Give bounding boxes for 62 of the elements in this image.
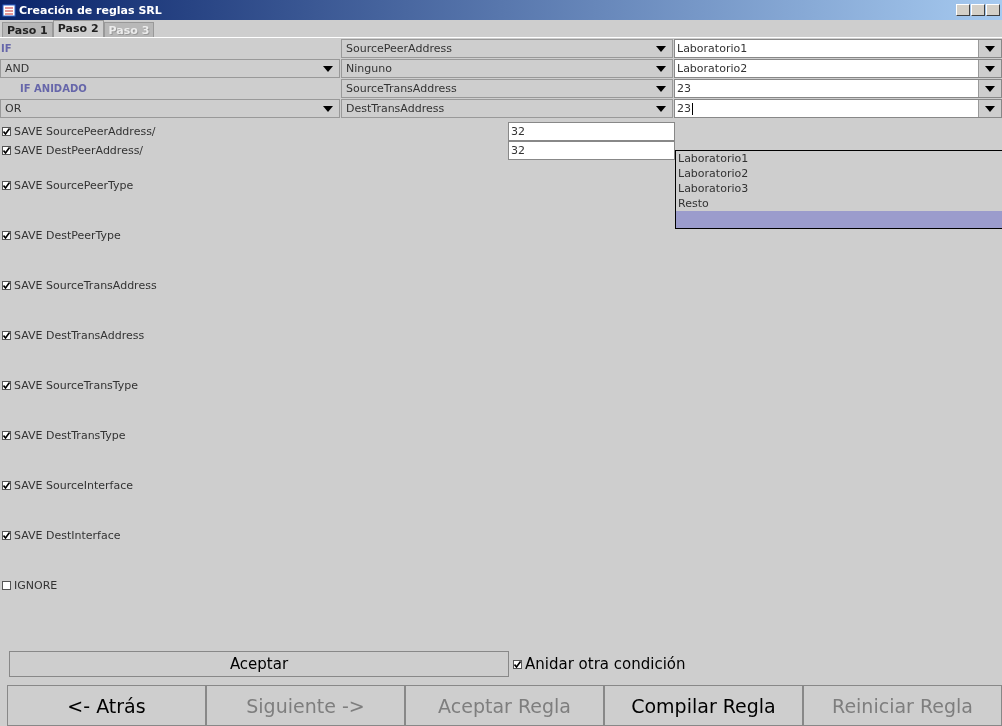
checkbox[interactable] bbox=[2, 280, 11, 290]
operator-dropdown[interactable]: AND bbox=[0, 59, 340, 78]
dropdown-arrow-icon bbox=[656, 65, 666, 72]
nav-button[interactable]: Compilar Regla bbox=[604, 685, 803, 726]
checkbox-label: SAVE SourceTransAddress bbox=[14, 278, 157, 292]
field-dropdown[interactable]: SourceTransAddress bbox=[341, 79, 673, 98]
checkbox[interactable] bbox=[2, 480, 11, 490]
checkbox[interactable] bbox=[2, 530, 11, 540]
checkbox-label: SAVE DestTransType bbox=[14, 428, 126, 442]
checkbox-label: SAVE SourceInterface bbox=[14, 478, 133, 492]
checkbox-label: SAVE DestPeerType bbox=[14, 228, 121, 242]
tab[interactable]: Paso 2 bbox=[52, 20, 104, 37]
checkbox-label: SAVE SourcePeerType bbox=[14, 178, 134, 192]
checkbox[interactable] bbox=[2, 430, 11, 440]
field-dropdown[interactable]: SourcePeerAddress bbox=[341, 39, 673, 58]
dropdown-arrow-icon bbox=[656, 105, 666, 112]
checkbox[interactable] bbox=[2, 230, 11, 240]
dropdown-option[interactable]: Resto bbox=[676, 196, 1002, 211]
checkbox[interactable] bbox=[2, 127, 11, 136]
dropdown-option[interactable]: Laboratorio2 bbox=[676, 166, 1002, 181]
dropdown-arrow-icon bbox=[985, 85, 995, 92]
accept-button[interactable]: Aceptar bbox=[9, 651, 509, 677]
checkbox-label: SAVE DestPeerAddress/ bbox=[14, 144, 144, 157]
checkbox-label: SAVE SourcePeerAddress/ bbox=[14, 125, 156, 138]
checkbox-label: SAVE DestInterface bbox=[14, 528, 121, 542]
checkbox[interactable] bbox=[2, 580, 11, 590]
dropdown-arrow-icon bbox=[323, 65, 333, 72]
checkbox[interactable] bbox=[2, 380, 11, 390]
tab[interactable]: Paso 1 bbox=[2, 22, 53, 37]
dropdown-arrow-icon bbox=[985, 45, 995, 52]
dropdown-option[interactable]: Laboratorio3 bbox=[676, 181, 1002, 196]
dropdown-arrow-icon bbox=[656, 45, 666, 52]
value-combo-box[interactable]: Laboratorio2 bbox=[674, 59, 1002, 78]
minimize-button[interactable] bbox=[956, 4, 970, 16]
condition-label: IF bbox=[0, 42, 13, 56]
checkbox[interactable] bbox=[2, 180, 11, 190]
app-icon bbox=[2, 3, 16, 17]
checkbox-label: Anidar otra condición bbox=[525, 655, 686, 673]
close-button[interactable] bbox=[986, 4, 1000, 16]
checkbox[interactable] bbox=[2, 330, 11, 340]
mask-field[interactable]: 32 bbox=[508, 141, 675, 160]
checkbox-label: IGNORE bbox=[14, 578, 58, 592]
dropdown-option[interactable]: Laboratorio1 bbox=[676, 151, 1002, 166]
checkbox-label: SAVE DestTransAddress bbox=[14, 328, 145, 342]
condition-label: IF ANIDADO bbox=[19, 82, 88, 96]
mask-field[interactable]: 32 bbox=[508, 122, 675, 141]
value-combo-box[interactable]: 23 bbox=[674, 79, 1002, 98]
window-title: Creación de reglas SRL bbox=[19, 3, 163, 17]
checkbox[interactable] bbox=[513, 659, 522, 669]
operator-dropdown[interactable]: OR bbox=[0, 99, 340, 118]
nav-button[interactable]: <- Atrás bbox=[7, 685, 206, 726]
field-dropdown[interactable]: Ninguno bbox=[341, 59, 673, 78]
dropdown-arrow-icon bbox=[656, 85, 666, 92]
field-dropdown[interactable]: DestTransAddress bbox=[341, 99, 673, 118]
maximize-button[interactable] bbox=[971, 4, 985, 16]
checkbox[interactable] bbox=[2, 146, 11, 155]
dropdown-arrow-icon bbox=[323, 105, 333, 112]
value-combo-box[interactable]: Laboratorio1 bbox=[674, 39, 1002, 58]
value-combo-box[interactable]: 23 bbox=[674, 99, 1002, 118]
dropdown-arrow-icon bbox=[985, 65, 995, 72]
dropdown-arrow-icon bbox=[985, 105, 995, 112]
checkbox-label: SAVE SourceTransType bbox=[14, 378, 139, 392]
